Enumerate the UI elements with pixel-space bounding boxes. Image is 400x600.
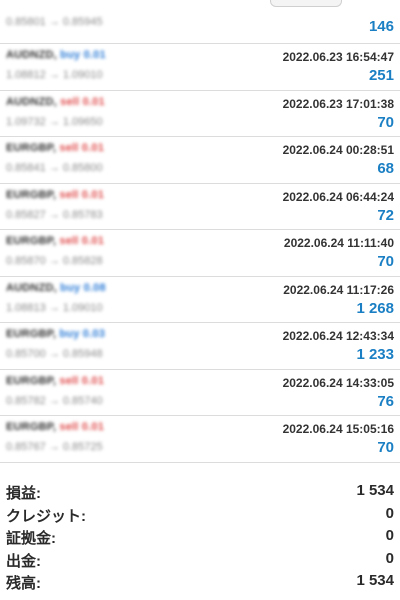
deal-profit: 70 [377,439,394,456]
deal-symbol: AUDNZD, buy 0.01 [6,49,106,61]
deal-prices: 0.85870 → 0.85828 [6,255,103,267]
summary-value: 0 [385,504,394,522]
deal-date: 2022.06.24 12:43:34 [282,329,394,343]
summary-row: 損益: 1 534 [0,480,400,503]
deal-symbol: EURGBP, sell 0.01 [6,235,105,247]
summary-value: 1 534 [356,572,394,589]
deal-volume: 0.03 [82,328,106,340]
deal-profit: 72 [377,206,394,224]
deal-symbol: EURGBP, sell 0.01 [6,188,105,201]
deal-row[interactable]: AUDNZD, buy 0.08 1.08813 → 1.09010 2022.06… [0,277,400,323]
deal-row[interactable]: AUDNZD, sell 0.01 1.09732 → 1.09650 2022.0… [0,91,400,137]
deal-side: buy [59,328,80,340]
deal-date: 2022.06.23 16:54:47 [282,50,394,64]
summary-value: 1 534 [356,482,394,499]
deal-profit: 146 [368,18,394,35]
summary-label: 損益: [6,485,41,502]
deal-side: buy [60,49,81,61]
summary-label: 出金: [6,552,41,570]
deal-profit: 70 [377,113,394,131]
deal-date: 2022.06.24 15:05:16 [282,422,394,436]
deal-row[interactable]: EURGBP, sell 0.01 0.85782 → 0.85740 2022.0… [0,370,400,416]
deal-row[interactable]: 0.85801 → 0.85945 146 [0,0,400,44]
deal-row[interactable]: EURGBP, sell 0.01 0.85767 → 0.85725 2022.0… [0,416,400,463]
summary-label: 残高: [6,575,41,592]
deal-prices: 0.85827 → 0.85783 [6,208,103,221]
summary-row: 出金: 0 [0,548,400,571]
deal-profit: 1 268 [356,299,394,317]
deal-profit: 68 [377,160,394,177]
deal-profit: 1 233 [356,346,394,363]
deal-prices: 0.85767 → 0.85725 [6,441,103,453]
summary-label: クレジット: [6,507,86,525]
deal-date: 2022.06.24 14:33:05 [282,375,394,390]
deal-volume: 0.01 [83,49,106,61]
deal-date: 2022.06.23 17:01:38 [282,96,394,111]
summary-label: 証拠金: [6,530,56,547]
deal-row[interactable]: EURGBP, sell 0.01 0.85841 → 0.85800 2022.0… [0,137,400,184]
deal-prices: 1.08813 → 1.09010 [6,301,103,314]
summary-value: 0 [385,527,394,544]
deal-prices: 0.85700 → 0.85948 [6,348,103,360]
deal-row[interactable]: AUDNZD, buy 0.01 1.08812 → 1.09010 2022.06… [0,44,400,91]
deal-symbol: EURGBP, buy 0.03 [6,328,106,340]
deal-side: sell [60,95,80,108]
deal-prices: 1.08812 → 1.09010 [6,69,103,81]
deal-volume: 0.01 [81,374,105,387]
deal-volume: 0.01 [81,188,105,201]
deal-row[interactable]: EURGBP, buy 0.03 0.85700 → 0.85948 2022.06… [0,323,400,370]
deal-symbol: AUDNZD, buy 0.08 [6,281,106,294]
deal-date: 2022.06.24 00:28:51 [282,143,394,157]
deal-prices: 1.09732 → 1.09650 [6,115,103,128]
deal-profit: 76 [377,392,394,410]
deal-prices: 0.85782 → 0.85740 [6,394,103,407]
deal-side: sell [59,421,79,433]
deal-side: sell [59,374,79,387]
deal-side: buy [60,281,81,294]
deal-profit: 251 [368,67,394,84]
deal-symbol: EURGBP, sell 0.01 [6,374,105,387]
deal-symbol: AUDNZD, sell 0.01 [6,95,105,108]
deal-row[interactable]: EURGBP, sell 0.01 0.85827 → 0.85783 2022.0… [0,184,400,230]
deal-prices: 0.85841 → 0.85800 [6,162,103,174]
summary-row: 残高: 1 534 [0,570,400,593]
summary-value: 0 [385,549,394,567]
deal-row[interactable]: EURGBP, sell 0.01 0.85870 → 0.85828 2022.0… [0,230,400,277]
deal-volume: 0.01 [81,421,105,433]
deal-volume: 0.08 [83,281,106,294]
deal-list: 0.85801 → 0.85945 146 AUDNZD, buy 0.01 1.08… [0,0,400,463]
deal-side: sell [59,142,79,154]
deal-profit: 70 [377,253,394,270]
deal-volume: 0.01 [81,142,105,154]
summary-row: クレジット: 0 [0,503,400,526]
deal-side: sell [59,188,79,201]
deal-date: 2022.06.24 11:11:40 [283,236,394,250]
deal-symbol: EURGBP, sell 0.01 [6,421,105,433]
account-summary: 損益: 1 534 クレジット: 0 証拠金: 0 出金: 0 残高: 1 534 [0,480,400,593]
deal-symbol: EURGBP, sell 0.01 [6,142,105,154]
deal-volume: 0.01 [82,95,105,108]
summary-row: 証拠金: 0 [0,525,400,548]
deal-date: 2022.06.24 06:44:24 [282,189,394,204]
deal-volume: 0.01 [81,235,105,247]
deal-prices: 0.85801 → 0.85945 [6,16,103,28]
deal-date: 2022.06.24 11:17:26 [283,282,394,297]
deal-side: sell [59,235,79,247]
